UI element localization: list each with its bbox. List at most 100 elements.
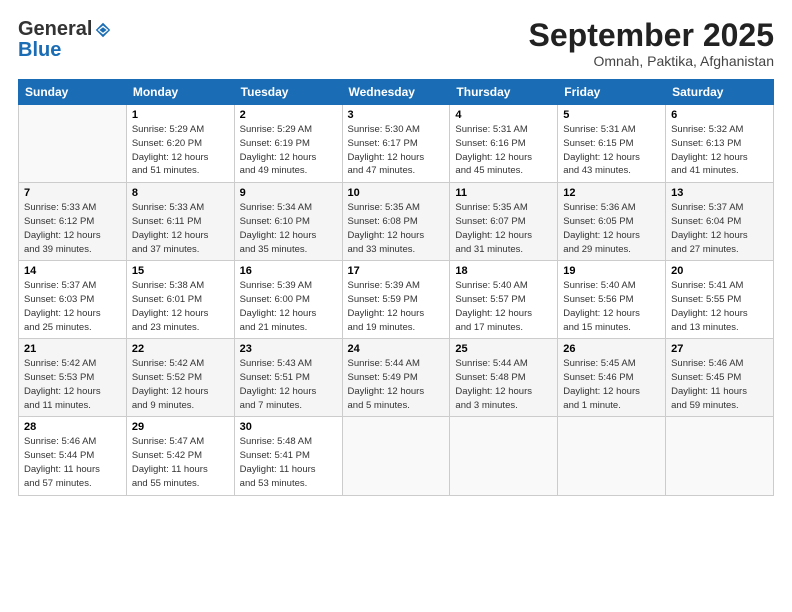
- month-title: September 2025: [529, 18, 774, 53]
- day-number: 5: [563, 109, 660, 121]
- calendar-cell: 19 Sunrise: 5:40 AMSunset: 5:56 PMDayligh…: [558, 261, 666, 339]
- day-info: Sunrise: 5:37 AMSunset: 6:03 PMDaylight:…: [24, 279, 121, 334]
- day-number: 9: [240, 187, 337, 199]
- day-info: Sunrise: 5:32 AMSunset: 6:13 PMDaylight:…: [671, 123, 768, 178]
- day-info: Sunrise: 5:37 AMSunset: 6:04 PMDaylight:…: [671, 201, 768, 256]
- col-sunday: Sunday: [19, 80, 127, 105]
- col-wednesday: Wednesday: [342, 80, 450, 105]
- calendar-cell: [558, 417, 666, 495]
- day-number: 21: [24, 343, 121, 355]
- day-info: Sunrise: 5:30 AMSunset: 6:17 PMDaylight:…: [348, 123, 445, 178]
- day-info: Sunrise: 5:46 AMSunset: 5:44 PMDaylight:…: [24, 435, 121, 490]
- day-info: Sunrise: 5:47 AMSunset: 5:42 PMDaylight:…: [132, 435, 229, 490]
- logo-text: General: [18, 18, 112, 41]
- calendar-table: Sunday Monday Tuesday Wednesday Thursday…: [18, 79, 774, 495]
- day-info: Sunrise: 5:31 AMSunset: 6:16 PMDaylight:…: [455, 123, 552, 178]
- calendar-cell: [450, 417, 558, 495]
- logo-icon: [94, 21, 112, 39]
- calendar-week-row: 7 Sunrise: 5:33 AMSunset: 6:12 PMDaylight…: [19, 183, 774, 261]
- day-info: Sunrise: 5:48 AMSunset: 5:41 PMDaylight:…: [240, 435, 337, 490]
- day-info: Sunrise: 5:45 AMSunset: 5:46 PMDaylight:…: [563, 357, 660, 412]
- calendar-cell: [666, 417, 774, 495]
- calendar-week-row: 21Sunrise: 5:42 AMSunset: 5:53 PMDayligh…: [19, 339, 774, 417]
- day-info: Sunrise: 5:34 AMSunset: 6:10 PMDaylight:…: [240, 201, 337, 256]
- calendar-header-row: Sunday Monday Tuesday Wednesday Thursday…: [19, 80, 774, 105]
- calendar-cell: 21Sunrise: 5:42 AMSunset: 5:53 PMDayligh…: [19, 339, 127, 417]
- day-number: 26: [563, 343, 660, 355]
- calendar-cell: 6 Sunrise: 5:32 AMSunset: 6:13 PMDaylight…: [666, 105, 774, 183]
- day-number: 24: [348, 343, 445, 355]
- calendar-week-row: 1 Sunrise: 5:29 AMSunset: 6:20 PMDaylight…: [19, 105, 774, 183]
- day-number: 1: [132, 109, 229, 121]
- day-info: Sunrise: 5:36 AMSunset: 6:05 PMDaylight:…: [563, 201, 660, 256]
- day-info: Sunrise: 5:44 AMSunset: 5:48 PMDaylight:…: [455, 357, 552, 412]
- day-number: 3: [348, 109, 445, 121]
- calendar-cell: 23 Sunrise: 5:43 AMSunset: 5:51 PMDayligh…: [234, 339, 342, 417]
- day-info: Sunrise: 5:35 AMSunset: 6:07 PMDaylight:…: [455, 201, 552, 256]
- calendar-cell: 20Sunrise: 5:41 AMSunset: 5:55 PMDayligh…: [666, 261, 774, 339]
- calendar-cell: 13 Sunrise: 5:37 AMSunset: 6:04 PMDayligh…: [666, 183, 774, 261]
- logo-general: General: [18, 18, 92, 41]
- day-number: 19: [563, 265, 660, 277]
- day-info: Sunrise: 5:38 AMSunset: 6:01 PMDaylight:…: [132, 279, 229, 334]
- day-number: 30: [240, 421, 337, 433]
- day-number: 25: [455, 343, 552, 355]
- calendar-cell: [19, 105, 127, 183]
- header: General Blue September 2025 Omnah, Pakti…: [18, 18, 774, 69]
- day-number: 18: [455, 265, 552, 277]
- day-info: Sunrise: 5:29 AMSunset: 6:20 PMDaylight:…: [132, 123, 229, 178]
- calendar-week-row: 14 Sunrise: 5:37 AMSunset: 6:03 PMDayligh…: [19, 261, 774, 339]
- calendar-cell: 12 Sunrise: 5:36 AMSunset: 6:05 PMDayligh…: [558, 183, 666, 261]
- day-number: 6: [671, 109, 768, 121]
- day-number: 15: [132, 265, 229, 277]
- col-saturday: Saturday: [666, 80, 774, 105]
- calendar-week-row: 28 Sunrise: 5:46 AMSunset: 5:44 PMDayligh…: [19, 417, 774, 495]
- day-number: 29: [132, 421, 229, 433]
- calendar-cell: 22Sunrise: 5:42 AMSunset: 5:52 PMDayligh…: [126, 339, 234, 417]
- day-info: Sunrise: 5:33 AMSunset: 6:12 PMDaylight:…: [24, 201, 121, 256]
- day-number: 12: [563, 187, 660, 199]
- day-number: 7: [24, 187, 121, 199]
- calendar-cell: [342, 417, 450, 495]
- day-number: 4: [455, 109, 552, 121]
- day-number: 2: [240, 109, 337, 121]
- day-number: 10: [348, 187, 445, 199]
- day-number: 27: [671, 343, 768, 355]
- day-info: Sunrise: 5:35 AMSunset: 6:08 PMDaylight:…: [348, 201, 445, 256]
- calendar-cell: 7 Sunrise: 5:33 AMSunset: 6:12 PMDaylight…: [19, 183, 127, 261]
- day-number: 16: [240, 265, 337, 277]
- col-tuesday: Tuesday: [234, 80, 342, 105]
- col-friday: Friday: [558, 80, 666, 105]
- day-info: Sunrise: 5:40 AMSunset: 5:56 PMDaylight:…: [563, 279, 660, 334]
- calendar-cell: 1 Sunrise: 5:29 AMSunset: 6:20 PMDaylight…: [126, 105, 234, 183]
- calendar-cell: 10 Sunrise: 5:35 AMSunset: 6:08 PMDayligh…: [342, 183, 450, 261]
- page: General Blue September 2025 Omnah, Pakti…: [0, 0, 792, 612]
- day-info: Sunrise: 5:46 AMSunset: 5:45 PMDaylight:…: [671, 357, 768, 412]
- calendar-cell: 25 Sunrise: 5:44 AMSunset: 5:48 PMDayligh…: [450, 339, 558, 417]
- day-info: Sunrise: 5:33 AMSunset: 6:11 PMDaylight:…: [132, 201, 229, 256]
- day-info: Sunrise: 5:40 AMSunset: 5:57 PMDaylight:…: [455, 279, 552, 334]
- day-number: 28: [24, 421, 121, 433]
- calendar-cell: 17Sunrise: 5:39 AMSunset: 5:59 PMDayligh…: [342, 261, 450, 339]
- col-monday: Monday: [126, 80, 234, 105]
- day-info: Sunrise: 5:44 AMSunset: 5:49 PMDaylight:…: [348, 357, 445, 412]
- day-info: Sunrise: 5:42 AMSunset: 5:52 PMDaylight:…: [132, 357, 229, 412]
- calendar-cell: 9 Sunrise: 5:34 AMSunset: 6:10 PMDaylight…: [234, 183, 342, 261]
- calendar-cell: 11Sunrise: 5:35 AMSunset: 6:07 PMDayligh…: [450, 183, 558, 261]
- calendar-cell: 4 Sunrise: 5:31 AMSunset: 6:16 PMDaylight…: [450, 105, 558, 183]
- calendar-cell: 18 Sunrise: 5:40 AMSunset: 5:57 PMDayligh…: [450, 261, 558, 339]
- calendar-cell: 26 Sunrise: 5:45 AMSunset: 5:46 PMDayligh…: [558, 339, 666, 417]
- day-number: 23: [240, 343, 337, 355]
- location: Omnah, Paktika, Afghanistan: [529, 53, 774, 69]
- day-number: 14: [24, 265, 121, 277]
- calendar-cell: 16Sunrise: 5:39 AMSunset: 6:00 PMDayligh…: [234, 261, 342, 339]
- logo: General Blue: [18, 18, 112, 62]
- logo-blue: Blue: [18, 39, 61, 61]
- calendar-cell: 30 Sunrise: 5:48 AMSunset: 5:41 PMDayligh…: [234, 417, 342, 495]
- day-info: Sunrise: 5:39 AMSunset: 5:59 PMDaylight:…: [348, 279, 445, 334]
- day-info: Sunrise: 5:43 AMSunset: 5:51 PMDaylight:…: [240, 357, 337, 412]
- calendar-cell: 14 Sunrise: 5:37 AMSunset: 6:03 PMDayligh…: [19, 261, 127, 339]
- calendar-cell: 24 Sunrise: 5:44 AMSunset: 5:49 PMDayligh…: [342, 339, 450, 417]
- day-number: 13: [671, 187, 768, 199]
- day-info: Sunrise: 5:41 AMSunset: 5:55 PMDaylight:…: [671, 279, 768, 334]
